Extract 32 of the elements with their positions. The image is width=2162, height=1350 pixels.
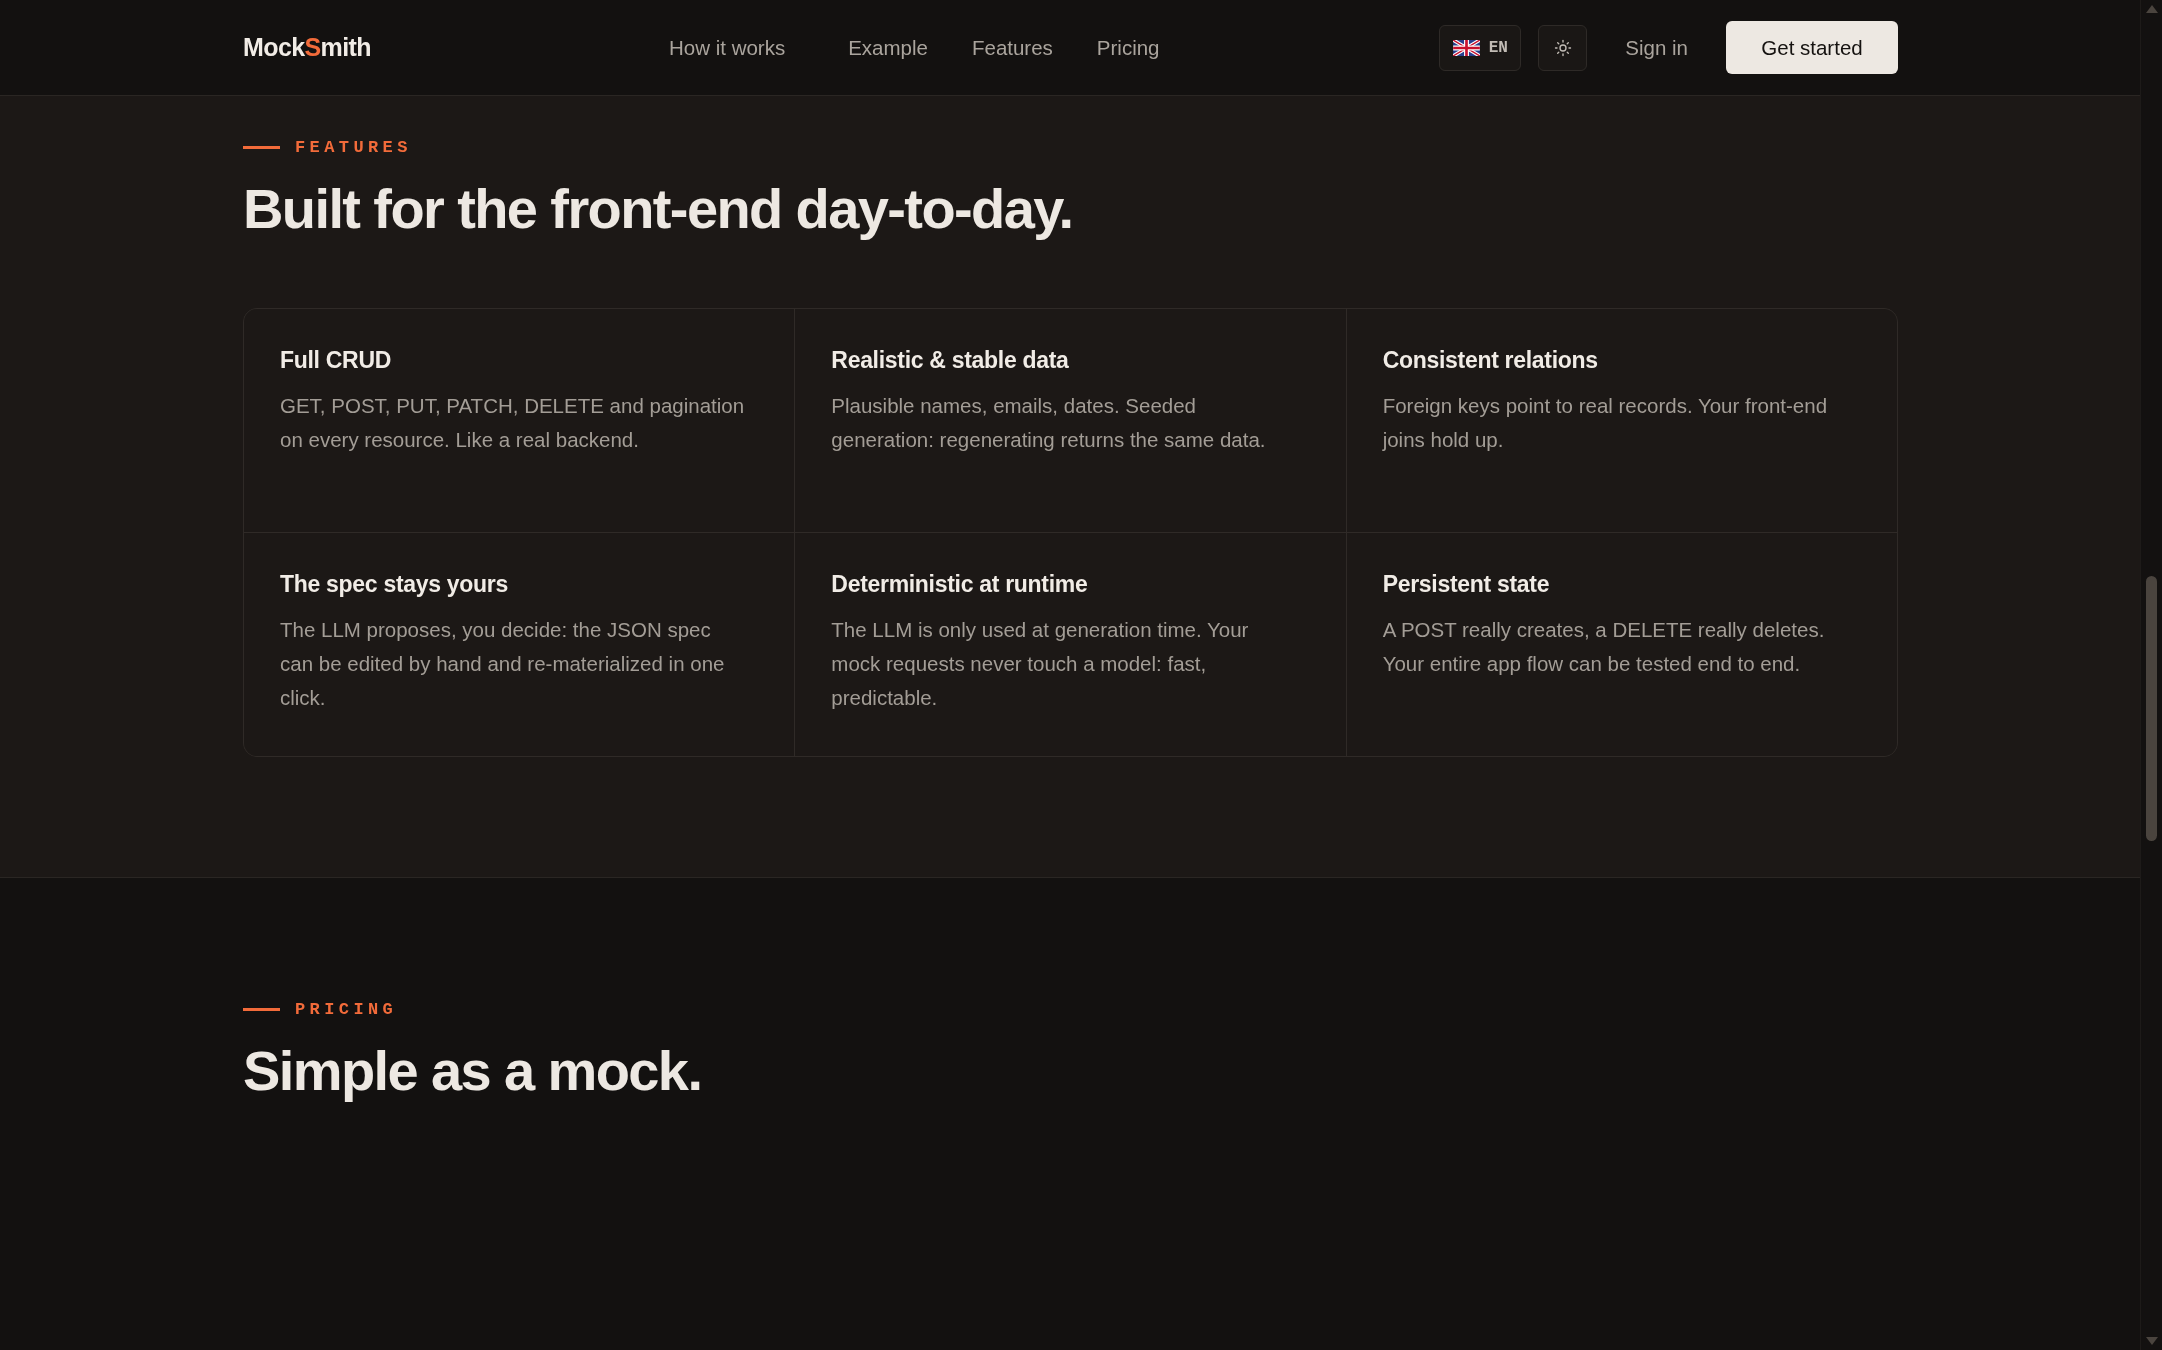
feature-description: Foreign keys point to real records. Your front-end joins hold up. — [1382, 392, 1829, 453]
nav-link[interactable]: Pricing — [1096, 35, 1160, 60]
section-eyebrow: FEATURES — [295, 138, 412, 157]
section-heading: Built for the front-end day-to-day. — [243, 176, 1074, 242]
eyebrow-rule — [243, 1008, 280, 1012]
flag-icon — [1452, 39, 1480, 56]
feature-description: The LLM proposes, you decide: the JSON spec can be edited by hand and re-materialized in one click. — [280, 616, 726, 711]
section-eyebrow: PRICING — [295, 1000, 398, 1020]
nav-link[interactable]: Features — [971, 35, 1053, 60]
feature-title: Persistent state — [1382, 571, 1551, 599]
scroll-down-icon[interactable] — [2145, 1337, 2158, 1345]
section-heading: Simple as a mock. — [243, 1038, 703, 1105]
scroll-up-icon[interactable] — [2145, 5, 2158, 13]
feature-description: Plausible names, emails, dates. Seeded generation: regenerating returns the same data. — [831, 392, 1267, 453]
feature-title: Realistic & stable data — [831, 347, 1070, 375]
nav-link[interactable]: How it works — [669, 35, 786, 60]
feature-title: Deterministic at runtime — [831, 571, 1089, 599]
feature-title: The spec stays yours — [280, 571, 509, 599]
theme-toggle-button[interactable] — [1538, 24, 1588, 71]
feature-description: GET, POST, PUT, PATCH, DELETE and pagination on every resource. Like a real backend. — [280, 392, 746, 453]
nav-link[interactable]: Example — [848, 35, 928, 60]
language-button[interactable]: EN — [1439, 24, 1522, 71]
feature-description: The LLM is only used at generation time. Your mock requests never touch a model: fast, predictable. — [831, 616, 1250, 711]
feature-title: Full CRUD — [280, 347, 392, 375]
brand-logo[interactable]: MockSmith — [243, 33, 371, 62]
sign-in-link[interactable]: Sign in — [1625, 35, 1688, 60]
feature-description: A POST really creates, a DELETE really deletes. Your entire app flow can be tested end to end. — [1382, 616, 1826, 677]
sun-icon — [1553, 38, 1572, 57]
eyebrow-rule — [243, 146, 280, 149]
scrollbar-thumb[interactable] — [2146, 576, 2157, 841]
get-started-button[interactable]: Get started — [1726, 21, 1898, 74]
feature-title: Consistent relations — [1382, 347, 1599, 375]
